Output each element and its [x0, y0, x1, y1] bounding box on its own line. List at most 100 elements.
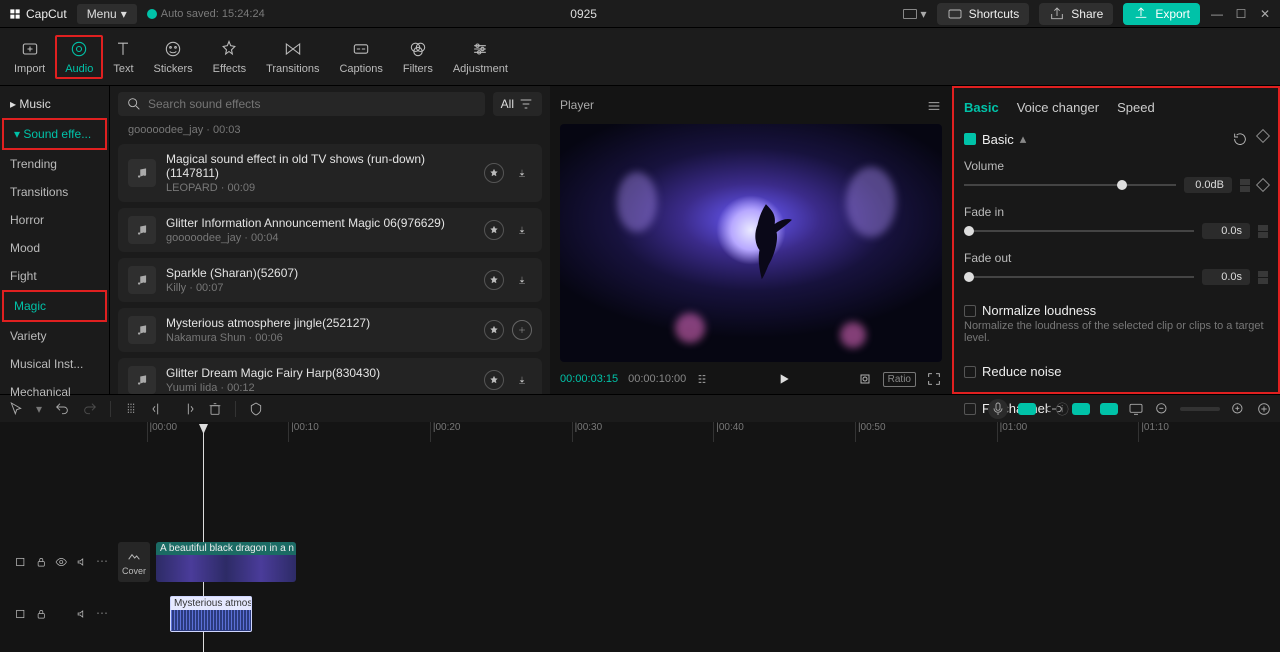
track-lock-icon[interactable]	[35, 606, 48, 622]
fullscreen-icon[interactable]	[926, 371, 942, 387]
fadein-value[interactable]: 0.0s	[1202, 223, 1250, 239]
link-icon[interactable]	[1046, 401, 1062, 417]
menu-button[interactable]: Menu▾	[77, 4, 137, 24]
category-trending[interactable]: Trending	[0, 150, 109, 178]
video-clip[interactable]: A beautiful black dragon in a n	[156, 542, 296, 582]
track-collapse-icon[interactable]	[14, 606, 27, 622]
share-button[interactable]: Share	[1039, 3, 1113, 25]
volume-value[interactable]: 0.0dB	[1184, 177, 1232, 193]
category-variety[interactable]: Variety	[0, 322, 109, 350]
category-fight[interactable]: Fight	[0, 262, 109, 290]
aspect-icon[interactable]: ▾	[903, 7, 927, 21]
volume-slider[interactable]	[964, 184, 1176, 186]
magnet-on-icon[interactable]	[1018, 403, 1036, 415]
sound-item[interactable]: gooooodee_jay · 00:03	[118, 122, 542, 138]
reduce-checkbox[interactable]	[964, 366, 976, 378]
keyframe-icon[interactable]	[1256, 129, 1270, 143]
tab-effects[interactable]: Effects	[203, 35, 256, 79]
split-right-icon[interactable]	[179, 401, 195, 417]
fadein-slider[interactable]	[964, 230, 1194, 232]
export-button[interactable]: Export	[1123, 3, 1200, 25]
category-mood[interactable]: Mood	[0, 234, 109, 262]
track-collapse-icon[interactable]	[14, 554, 27, 570]
sound-item[interactable]: Glitter Dream Magic Fairy Harp(830430)Yu…	[118, 358, 542, 394]
search-input[interactable]	[148, 97, 477, 111]
cursor-tool-icon[interactable]	[8, 401, 24, 417]
filter-all-button[interactable]: All	[493, 92, 542, 116]
category-music[interactable]: ▸ Music	[0, 90, 109, 118]
tv-icon[interactable]	[1128, 401, 1144, 417]
tab-adjustment[interactable]: Adjustment	[443, 35, 518, 79]
tab-captions[interactable]: Captions	[329, 35, 392, 79]
add-button[interactable]	[512, 320, 532, 340]
track-lock-icon[interactable]	[35, 554, 48, 570]
list-view-icon[interactable]	[696, 371, 712, 387]
audio-clip[interactable]: Mysterious atmos	[170, 596, 252, 632]
preview-toggle-icon[interactable]	[1100, 403, 1118, 415]
fit-icon[interactable]	[1256, 401, 1272, 417]
voiceover-button[interactable]	[988, 399, 1008, 419]
focus-icon[interactable]	[857, 371, 873, 387]
delete-icon[interactable]	[207, 401, 223, 417]
download-button[interactable]	[512, 163, 532, 183]
download-button[interactable]	[512, 370, 532, 390]
category-musical-inst[interactable]: Musical Inst...	[0, 350, 109, 378]
fadeout-stepper[interactable]	[1258, 271, 1268, 284]
sound-item[interactable]: Magical sound effect in old TV shows (ru…	[118, 144, 542, 202]
snap-icon[interactable]	[1072, 403, 1090, 415]
download-button[interactable]	[512, 220, 532, 240]
cover-button[interactable]: Cover	[118, 542, 150, 582]
favorite-button[interactable]	[484, 320, 504, 340]
zoom-in-icon[interactable]	[1230, 401, 1246, 417]
inspector-tab-basic[interactable]: Basic	[964, 100, 999, 115]
preview-canvas[interactable]	[560, 124, 942, 362]
tab-filters[interactable]: Filters	[393, 35, 443, 79]
favorite-button[interactable]	[484, 220, 504, 240]
tab-stickers[interactable]: Stickers	[144, 35, 203, 79]
track-mute-icon[interactable]	[76, 554, 89, 570]
sound-item[interactable]: Sparkle (Sharan)(52607)Killy · 00:07	[118, 258, 542, 302]
reset-icon[interactable]	[1232, 131, 1248, 147]
close-button[interactable]: ✕	[1258, 7, 1272, 21]
category-sound-effects[interactable]: ▾ Sound effe...	[2, 118, 107, 150]
volume-stepper[interactable]	[1240, 179, 1250, 192]
tab-audio[interactable]: Audio	[55, 35, 103, 79]
sound-item[interactable]: Glitter Information Announcement Magic 0…	[118, 208, 542, 252]
basic-enable-checkbox[interactable]	[964, 133, 976, 145]
tab-text[interactable]: Text	[103, 35, 143, 79]
track-visible-icon[interactable]	[55, 554, 68, 570]
player-menu-icon[interactable]	[926, 98, 942, 114]
sound-meta: Killy · 00:07	[166, 282, 474, 294]
normalize-checkbox[interactable]	[964, 305, 976, 317]
zoom-slider[interactable]	[1180, 407, 1220, 411]
split-left-icon[interactable]	[151, 401, 167, 417]
undo-icon[interactable]	[54, 401, 70, 417]
tab-transitions[interactable]: Transitions	[256, 35, 329, 79]
split-icon[interactable]	[123, 401, 139, 417]
fadeout-value[interactable]: 0.0s	[1202, 269, 1250, 285]
inspector-tab-voice[interactable]: Voice changer	[1017, 100, 1099, 115]
favorite-button[interactable]	[484, 163, 504, 183]
favorite-button[interactable]	[484, 270, 504, 290]
marker-icon[interactable]	[248, 401, 264, 417]
maximize-button[interactable]: ☐	[1234, 7, 1248, 21]
minimize-button[interactable]: —	[1210, 7, 1224, 21]
ratio-button[interactable]: Ratio	[883, 372, 916, 387]
play-button[interactable]	[776, 371, 792, 387]
category-horror[interactable]: Horror	[0, 206, 109, 234]
zoom-out-icon[interactable]	[1154, 401, 1170, 417]
track-mute-icon[interactable]	[76, 606, 89, 622]
category-transitions[interactable]: Transitions	[0, 178, 109, 206]
favorite-button[interactable]	[484, 370, 504, 390]
download-button[interactable]	[512, 270, 532, 290]
inspector-tab-speed[interactable]: Speed	[1117, 100, 1155, 115]
fill-checkbox[interactable]	[964, 403, 976, 415]
volume-keyframe-icon[interactable]	[1256, 178, 1270, 192]
tab-import[interactable]: Import	[4, 35, 55, 79]
redo-icon[interactable]	[82, 401, 98, 417]
category-magic[interactable]: Magic	[2, 290, 107, 322]
fadeout-slider[interactable]	[964, 276, 1194, 278]
sound-item[interactable]: Mysterious atmosphere jingle(252127)Naka…	[118, 308, 542, 352]
fadein-stepper[interactable]	[1258, 225, 1268, 238]
shortcuts-button[interactable]: Shortcuts	[937, 3, 1030, 25]
